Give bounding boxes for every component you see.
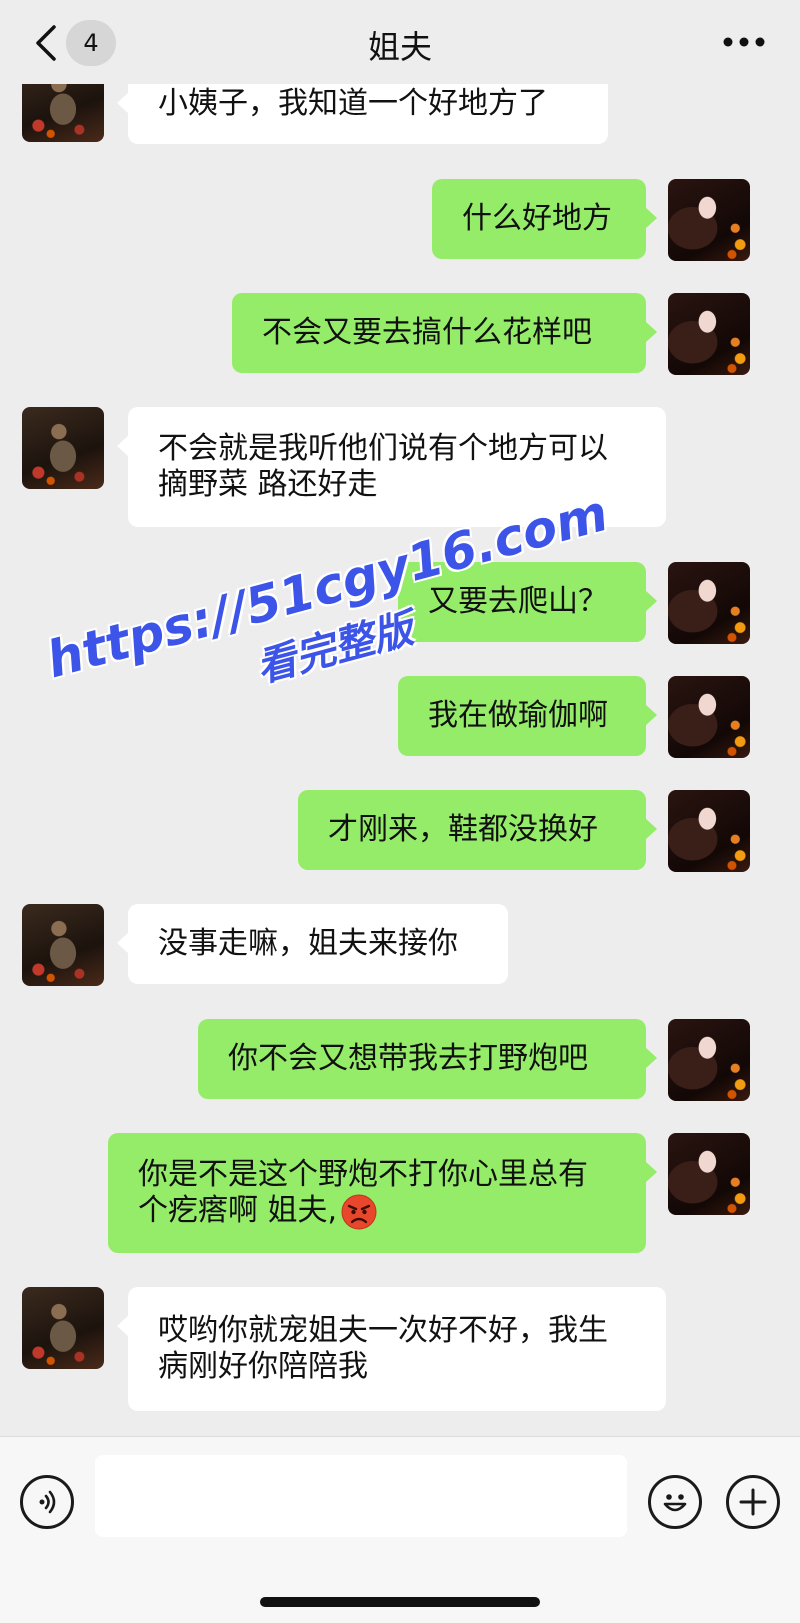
more-options-button[interactable] — [714, 26, 774, 58]
self-avatar[interactable] — [668, 179, 750, 261]
angry-face-icon — [341, 1194, 377, 1229]
contact-avatar[interactable] — [22, 904, 104, 986]
message-input[interactable] — [95, 1455, 627, 1537]
message-bubble-incoming[interactable]: 没事走嘛，姐夫来接你 — [117, 904, 508, 984]
chat-header: 4 姐夫 — [0, 0, 800, 84]
message-bubble-outgoing[interactable]: 你不会又想带我去打野炮吧 — [198, 1019, 657, 1099]
self-avatar[interactable] — [668, 562, 750, 644]
message-bubble-outgoing[interactable]: 什么好地方 — [432, 179, 657, 259]
smiley-icon — [663, 1494, 687, 1512]
self-avatar[interactable] — [668, 790, 750, 872]
message-bubble-incoming[interactable]: 小姨子，我知道一个好地方了 — [117, 84, 608, 144]
self-avatar[interactable] — [668, 676, 750, 758]
message-bubble-incoming[interactable]: 不会就是我听他们说有个地方可以摘野菜 路还好走 — [117, 407, 666, 527]
message-bubble-incoming[interactable]: 哎哟你就宠姐夫一次好不好，我生病刚好你陪陪我 — [117, 1287, 666, 1411]
voice-icon — [39, 1490, 56, 1514]
self-avatar[interactable] — [668, 1133, 750, 1215]
voice-input-button[interactable] — [20, 1475, 74, 1529]
self-avatar[interactable] — [668, 1019, 750, 1101]
emoji-button[interactable] — [648, 1475, 702, 1529]
message-list[interactable]: 小姨子，我知道一个好地方了 什么好地方 不会又要去搞什么花样吧 不会就是我听他们… — [0, 84, 800, 1436]
message-bubble-outgoing[interactable]: 不会又要去搞什么花样吧 — [232, 293, 657, 373]
more-functions-button[interactable] — [726, 1475, 780, 1529]
self-avatar[interactable] — [668, 293, 750, 375]
home-indicator — [260, 1597, 540, 1607]
message-bubble-outgoing[interactable]: 又要去爬山？ — [398, 562, 657, 642]
plus-icon — [739, 1488, 767, 1516]
message-bubble-outgoing[interactable]: 我在做瑜伽啊 — [398, 676, 657, 756]
contact-avatar[interactable] — [22, 1287, 104, 1369]
contact-avatar[interactable] — [22, 407, 104, 489]
more-icon — [723, 37, 765, 47]
contact-avatar[interactable] — [22, 84, 104, 142]
message-bubble-outgoing[interactable]: 才刚来，鞋都没换好 — [298, 790, 657, 870]
chat-title: 姐夫 — [367, 28, 432, 66]
input-bar — [0, 1436, 800, 1623]
message-bubble-outgoing[interactable]: 你是不是这个野炮不打你心里总有个疙瘩啊 姐夫, — [108, 1133, 657, 1253]
